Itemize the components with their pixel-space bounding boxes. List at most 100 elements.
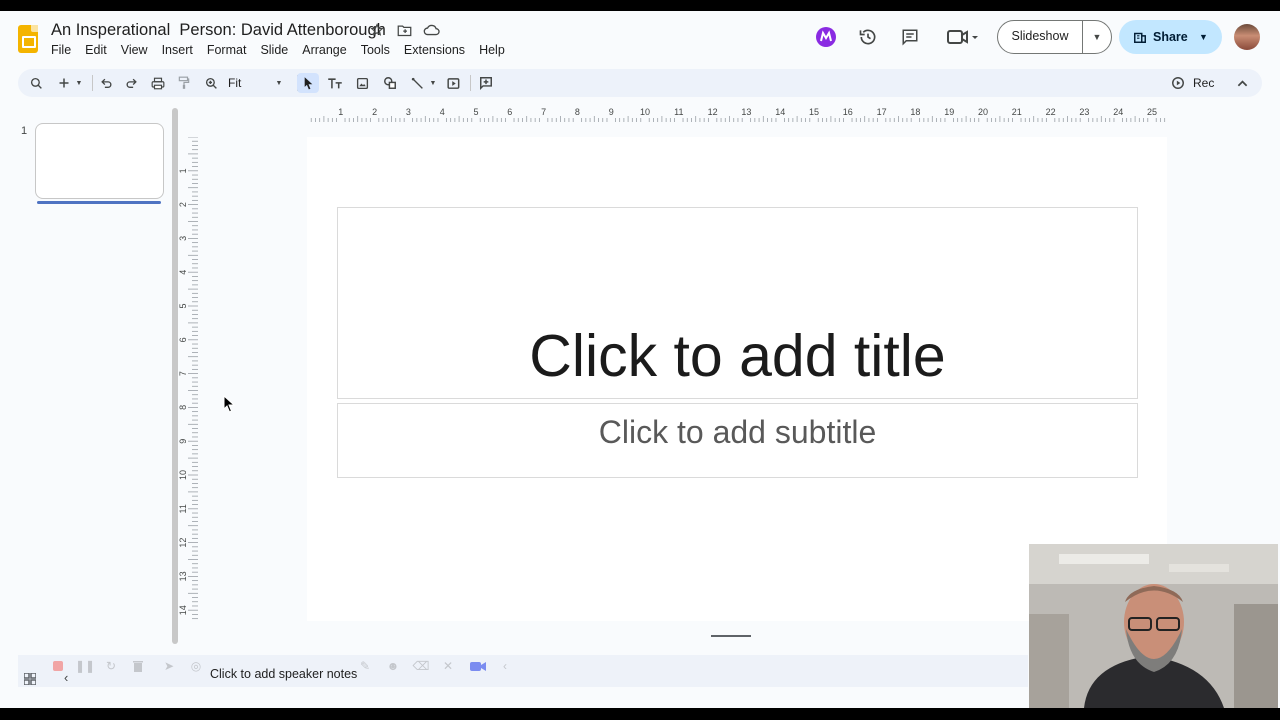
- undo-icon[interactable]: [96, 73, 116, 93]
- title-placeholder[interactable]: Click to add title: [337, 207, 1138, 399]
- ruler-label: 4: [440, 107, 445, 117]
- ruler-label: 10: [178, 470, 188, 480]
- subtitle-placeholder[interactable]: Click to add subtitle: [337, 403, 1138, 478]
- ruler-label: 5: [178, 303, 188, 308]
- spotlight-icon[interactable]: ◎: [186, 656, 206, 676]
- video-icon[interactable]: [444, 73, 464, 93]
- line-chevron-down-icon[interactable]: ▼: [426, 73, 440, 93]
- menu-edit[interactable]: Edit: [78, 42, 114, 58]
- webcam-feed: [1029, 544, 1278, 708]
- chevron-down-icon[interactable]: ▼: [1083, 32, 1111, 42]
- emoji-icon[interactable]: ☻: [383, 656, 403, 676]
- share-people-icon: [1134, 32, 1146, 43]
- slideshow-label[interactable]: Slideshow: [998, 20, 1083, 54]
- ruler-label: 10: [640, 107, 650, 117]
- subtitle-placeholder-text: Click to add subtitle: [598, 414, 877, 450]
- collapse-chevron-up-icon[interactable]: [1232, 73, 1252, 93]
- ruler-label: 23: [1079, 107, 1089, 117]
- ruler-label: 6: [507, 107, 512, 117]
- print-icon[interactable]: [148, 73, 168, 93]
- slideshow-button[interactable]: Slideshow ▼: [997, 20, 1112, 54]
- mouse-cursor-icon: [223, 395, 235, 413]
- stop-recording-icon[interactable]: [48, 656, 68, 676]
- zoom-select[interactable]: Fit: [228, 76, 241, 90]
- eraser-icon[interactable]: ⌫: [411, 656, 431, 676]
- ruler-label: 14: [775, 107, 785, 117]
- ruler-label: 1: [178, 168, 188, 173]
- share-main[interactable]: Share: [1119, 30, 1193, 44]
- menu-file[interactable]: File: [44, 42, 78, 58]
- comments-icon[interactable]: [895, 22, 925, 52]
- pen-icon[interactable]: ✎: [355, 656, 375, 676]
- menu-insert[interactable]: Insert: [155, 42, 200, 58]
- menu-tools[interactable]: Tools: [354, 42, 397, 58]
- redo-icon[interactable]: [121, 73, 141, 93]
- rec-button[interactable]: Rec: [1193, 76, 1214, 90]
- horizontal-ruler[interactable]: 1 2 3 4 5 6 7 8 9 10 11 12 13 14 15 16 17 18 19 20 21 22 23 24 2…: [307, 106, 1167, 122]
- search-icon[interactable]: [26, 73, 46, 93]
- restart-icon[interactable]: ↻: [101, 656, 121, 676]
- ruler-label: 7: [541, 107, 546, 117]
- star-icon[interactable]: [368, 21, 386, 39]
- slides-logo[interactable]: [18, 25, 38, 53]
- delete-icon[interactable]: [128, 656, 148, 676]
- share-chevron-down-icon[interactable]: ▼: [1193, 32, 1208, 42]
- move-folder-icon[interactable]: [395, 21, 413, 39]
- comment-icon[interactable]: [476, 73, 496, 93]
- ruler-label: 2: [178, 202, 188, 207]
- menu-format[interactable]: Format: [200, 42, 254, 58]
- ruler-label: 12: [708, 107, 718, 117]
- ruler-label: 25: [1147, 107, 1157, 117]
- extension-logo-icon[interactable]: [811, 22, 841, 52]
- menu-arrange[interactable]: Arrange: [295, 42, 353, 58]
- menu-help[interactable]: Help: [472, 42, 512, 58]
- shape-icon[interactable]: [380, 73, 400, 93]
- new-slide-chevron-down-icon[interactable]: ▼: [72, 73, 86, 93]
- zoom-icon[interactable]: [201, 73, 221, 93]
- ruler-label: 13: [178, 571, 188, 581]
- ruler-label: 6: [178, 337, 188, 342]
- ruler-label: 19: [944, 107, 954, 117]
- vertical-ruler[interactable]: 1234567891011121314: [178, 137, 198, 621]
- pointer-icon[interactable]: ➤: [159, 656, 179, 676]
- pause-icon[interactable]: ❚❚: [75, 656, 95, 676]
- selected-slide-indicator: [37, 201, 161, 204]
- ruler-label: 3: [406, 107, 411, 117]
- text-box-icon[interactable]: [325, 73, 345, 93]
- cloud-saved-icon[interactable]: [422, 21, 440, 39]
- paint-format-icon[interactable]: [174, 73, 194, 93]
- image-icon[interactable]: [352, 73, 372, 93]
- camera-icon[interactable]: [468, 656, 488, 676]
- record-icon[interactable]: [1168, 73, 1188, 93]
- menu-extensions[interactable]: Extensions: [397, 42, 472, 58]
- document-title[interactable]: An Insperational Person: David Attenboro…: [51, 21, 386, 40]
- version-history-icon[interactable]: [853, 22, 883, 52]
- recorder-collapse-chevron-left-icon[interactable]: ‹: [495, 656, 515, 676]
- share-button[interactable]: Share ▼: [1119, 20, 1222, 54]
- mute-icon[interactable]: ✕: [438, 656, 458, 676]
- speaker-notes-placeholder[interactable]: Click to add speaker notes: [210, 667, 357, 681]
- ruler-label: 16: [843, 107, 853, 117]
- ruler-label: 20: [978, 107, 988, 117]
- ruler-label: 12: [178, 538, 188, 548]
- zoom-chevron-down-icon[interactable]: ▼: [272, 73, 286, 93]
- title-placeholder-text: Click to add title: [529, 323, 946, 389]
- ruler-label: 22: [1046, 107, 1056, 117]
- ruler-label: 14: [178, 605, 188, 615]
- avatar[interactable]: [1234, 24, 1260, 50]
- ruler-label: 2: [372, 107, 377, 117]
- menu-slide[interactable]: Slide: [253, 42, 295, 58]
- meet-icon[interactable]: [942, 22, 982, 52]
- select-icon[interactable]: [297, 73, 319, 93]
- notes-resize-handle[interactable]: [711, 635, 751, 637]
- ruler-label: 15: [809, 107, 819, 117]
- ruler-label: 18: [910, 107, 920, 117]
- slide-thumbnail[interactable]: [35, 123, 164, 199]
- line-icon[interactable]: [407, 73, 427, 93]
- menu-view[interactable]: View: [114, 42, 155, 58]
- ruler-label: 4: [178, 270, 188, 275]
- ruler-label: 8: [575, 107, 580, 117]
- ruler-label: 24: [1113, 107, 1123, 117]
- grid-view-icon[interactable]: [23, 672, 37, 686]
- new-slide-icon[interactable]: [54, 73, 74, 93]
